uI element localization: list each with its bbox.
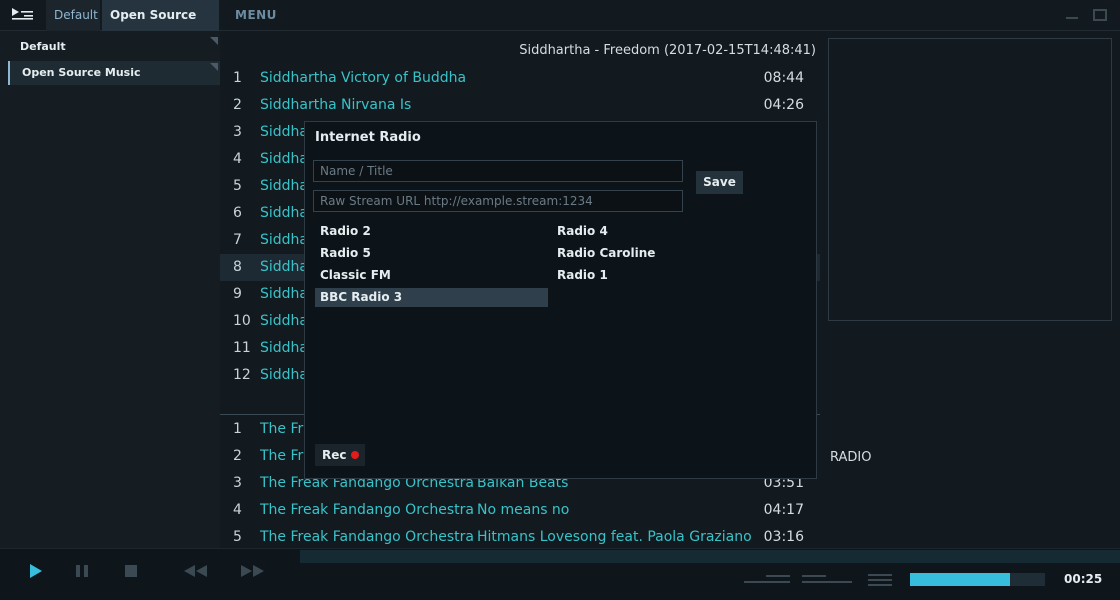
tab-open-source-music[interactable]: Open Source Music xyxy=(102,0,219,53)
track-number: 12 xyxy=(233,367,251,383)
top-bar: Default Open Source Music MENU xyxy=(0,0,1120,53)
track-number: 6 xyxy=(233,205,242,221)
maximize-icon[interactable] xyxy=(1092,8,1108,22)
track-duration: 08:44 xyxy=(763,70,804,86)
track-duration: 04:26 xyxy=(763,97,804,113)
minimize-icon[interactable] xyxy=(1064,8,1080,22)
radio-label: RADIO xyxy=(830,450,872,465)
track-duration: 03:16 xyxy=(763,529,804,545)
track-title: Hitmans Lovesong feat. Paola Graziano xyxy=(477,529,752,545)
track-artist: Siddha xyxy=(260,259,309,275)
station-radio-5[interactable]: Radio 5 xyxy=(315,244,548,263)
track-number: 1 xyxy=(233,70,242,86)
stream-url-input[interactable] xyxy=(313,190,683,212)
corner-marker-icon xyxy=(210,37,218,45)
table-row[interactable]: 4 The Freak Fandango Orchestra No means … xyxy=(220,497,820,524)
track-artist: The Fr xyxy=(260,421,304,437)
internet-radio-dialog: Internet Radio Save Radio 2 Radio 5 Clas… xyxy=(304,121,817,479)
track-number: 3 xyxy=(233,475,242,491)
track-number: 9 xyxy=(233,286,242,302)
seek-bar[interactable] xyxy=(300,550,1120,563)
track-artist: The Fr xyxy=(260,448,304,464)
track-number: 4 xyxy=(233,151,242,167)
track-number: 2 xyxy=(233,448,242,464)
track-artist: Siddha xyxy=(260,124,309,140)
play-icon[interactable] xyxy=(26,562,46,580)
track-number: 5 xyxy=(233,178,242,194)
station-radio-caroline[interactable]: Radio Caroline xyxy=(552,244,785,263)
tab-default[interactable]: Default xyxy=(46,0,100,31)
station-bbc-radio-3[interactable]: BBC Radio 3 xyxy=(315,288,548,307)
save-button[interactable]: Save xyxy=(696,171,743,194)
record-label: Rec xyxy=(322,448,347,462)
sidebar-item-label: Default xyxy=(20,40,66,53)
sidebar: Default Open Source Music xyxy=(0,31,220,548)
station-radio-1[interactable]: Radio 1 xyxy=(552,266,785,285)
table-row[interactable]: 2 Siddhartha Nirvana Is 04:26 xyxy=(220,92,820,119)
track-number: 1 xyxy=(233,421,242,437)
table-row[interactable]: 1 Siddhartha Victory of Buddha 08:44 xyxy=(220,65,820,92)
station-name-input[interactable] xyxy=(313,160,683,182)
pause-icon[interactable] xyxy=(73,562,93,580)
track-number: 5 xyxy=(233,529,242,545)
sidebar-item-default[interactable]: Default xyxy=(8,35,220,59)
volume-fill xyxy=(910,573,1010,586)
track-number: 7 xyxy=(233,232,242,248)
station-radio-4[interactable]: Radio 4 xyxy=(552,222,785,241)
previous-icon[interactable] xyxy=(180,562,210,580)
track-artist: Siddha xyxy=(260,313,309,329)
track-title: No means no xyxy=(477,502,570,518)
track-number: 8 xyxy=(233,259,242,275)
sidebar-item-label: Open Source Music xyxy=(22,66,141,79)
menu-lines-icon[interactable] xyxy=(868,573,892,587)
playlist-logo-icon[interactable] xyxy=(10,6,36,24)
track-number: 11 xyxy=(233,340,251,356)
stop-icon[interactable] xyxy=(121,562,141,580)
station-radio-2[interactable]: Radio 2 xyxy=(315,222,548,241)
next-icon[interactable] xyxy=(238,562,268,580)
volume-slider[interactable] xyxy=(910,573,1045,586)
track-title: Victory of Buddha xyxy=(341,70,467,86)
station-classic-fm[interactable]: Classic FM xyxy=(315,266,548,285)
sidebar-item-open-source-music[interactable]: Open Source Music xyxy=(8,61,220,85)
record-dot-icon xyxy=(351,451,359,459)
track-number: 10 xyxy=(233,313,251,329)
menu-button[interactable]: MENU xyxy=(227,0,285,31)
track-artist: Siddhartha xyxy=(260,97,337,113)
record-button[interactable]: Rec xyxy=(315,444,365,466)
track-artist: Siddha xyxy=(260,205,309,221)
track-artist: Siddha xyxy=(260,232,309,248)
track-artist: Siddha xyxy=(260,340,309,356)
track-artist: Siddha xyxy=(260,286,309,302)
track-artist: Siddha xyxy=(260,151,309,167)
track-artist: The Freak Fandango Orchestra xyxy=(260,529,474,545)
now-playing-header: Siddhartha - Freedom (2017-02-15T14:48:4… xyxy=(519,43,816,58)
elapsed-time: 00:25 xyxy=(1064,572,1103,586)
track-artist: Siddhartha xyxy=(260,70,337,86)
track-number: 4 xyxy=(233,502,242,518)
album-art-panel xyxy=(828,38,1112,321)
table-row[interactable]: 5 The Freak Fandango Orchestra Hitmans L… xyxy=(220,524,820,551)
track-number: 2 xyxy=(233,97,242,113)
track-title: Nirvana Is xyxy=(341,97,412,113)
track-artist: The Freak Fandango Orchestra xyxy=(260,502,474,518)
track-artist: Siddha xyxy=(260,178,309,194)
dialog-title: Internet Radio xyxy=(315,130,421,145)
view-normal-icon[interactable] xyxy=(802,574,852,586)
track-duration: 04:17 xyxy=(763,502,804,518)
track-number: 3 xyxy=(233,124,242,140)
track-artist: Siddha xyxy=(260,367,309,383)
view-compact-icon[interactable] xyxy=(744,574,792,586)
corner-marker-icon xyxy=(210,63,218,71)
